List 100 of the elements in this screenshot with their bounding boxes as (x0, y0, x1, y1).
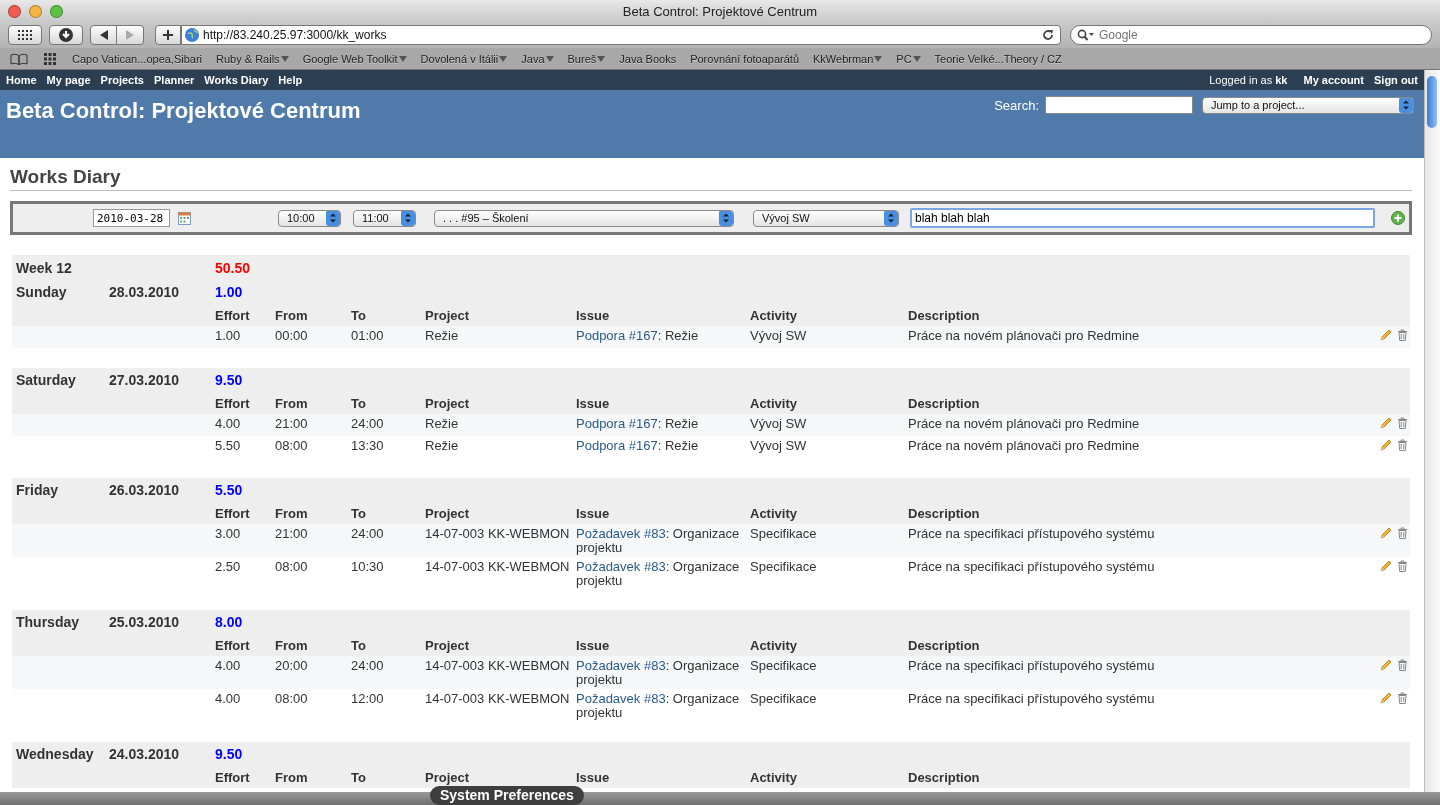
column-header: Activity (750, 769, 798, 785)
trash-icon[interactable] (1397, 659, 1408, 671)
calendar-icon[interactable] (178, 211, 191, 225)
search-field[interactable]: Google (1070, 25, 1432, 45)
pencil-icon[interactable] (1380, 527, 1392, 539)
activity-select[interactable]: Vývoj SW (753, 209, 899, 227)
menu-link[interactable]: My page (46, 74, 91, 86)
day-date: 26.03.2010 (109, 482, 181, 498)
account-link[interactable]: My account (1303, 74, 1364, 86)
pencil-icon[interactable] (1380, 439, 1392, 451)
day-total: 8.00 (215, 614, 244, 630)
menu-link[interactable]: Works Diary (204, 74, 269, 86)
search-field[interactable] (1045, 96, 1193, 114)
description-field[interactable]: blah blah blah (910, 208, 1375, 228)
bookmark-folder[interactable]: Google Web Toolkit (302, 52, 407, 65)
bookmark-folder[interactable]: Bureš (567, 52, 606, 65)
column-header: From (275, 307, 309, 323)
add-bookmark-button[interactable] (155, 25, 181, 45)
book-icon[interactable] (10, 52, 28, 65)
right-arrow-icon[interactable] (126, 30, 134, 40)
top-sites-button[interactable] (8, 25, 42, 45)
issue-link[interactable]: Požadavek #83 (576, 559, 666, 574)
select-arrows-icon[interactable] (401, 210, 415, 226)
bookmark-folder[interactable]: KkWebrman (813, 52, 883, 65)
day-date: 24.03.2010 (109, 746, 181, 762)
bookmark-folder[interactable]: Ruby & Rails (216, 52, 289, 65)
issue-link[interactable]: Požadavek #83 (576, 526, 666, 541)
trash-icon[interactable] (1397, 692, 1408, 704)
trash-icon[interactable] (1397, 417, 1408, 429)
zoom-button[interactable] (50, 4, 63, 18)
close-button[interactable] (8, 4, 21, 18)
column-header: Effort (215, 395, 251, 411)
bookmark[interactable]: Teorie Velké...Theory / CZ (934, 52, 1062, 65)
scroll-thumb[interactable] (1427, 76, 1437, 128)
table-cell-text: Vývoj SW (750, 329, 808, 343)
pencil-icon[interactable] (1380, 329, 1392, 341)
project-select[interactable]: Jump to a project... (1202, 96, 1414, 114)
left-arrow-icon[interactable] (99, 30, 108, 40)
issue-link[interactable]: Požadavek #83 (576, 658, 666, 673)
table-cell-text: 14-07-003 KK-WEBMON (425, 692, 571, 706)
issue-link[interactable]: Podpora #167 (576, 416, 658, 431)
column-header: Effort (215, 505, 251, 521)
issue-select[interactable]: . . . #95 – Školení (434, 209, 734, 227)
column-header: Description (908, 637, 981, 653)
pencil-icon[interactable] (1380, 560, 1392, 572)
reload-icon[interactable] (1042, 29, 1054, 41)
scrollbar[interactable] (1424, 70, 1440, 792)
search-icon[interactable] (1077, 29, 1095, 41)
grid-icon[interactable] (18, 30, 32, 40)
plus-icon[interactable] (163, 30, 173, 40)
select-arrows-icon[interactable] (719, 210, 733, 226)
table-cell-text: 3.00 (215, 527, 242, 541)
day-date: 27.03.2010 (109, 372, 181, 388)
issue-link[interactable]: Požadavek #83 (576, 691, 666, 706)
select-arrows-icon[interactable] (884, 210, 898, 226)
account-link[interactable]: Sign out (1374, 74, 1418, 86)
select-arrows-icon[interactable] (1399, 97, 1413, 113)
bookmark[interactable]: Capo Vatican...opea,Sibari (72, 52, 203, 65)
column-header: Project (425, 395, 471, 411)
date-field[interactable]: 2010-03-28 (93, 209, 170, 227)
address-field[interactable]: http://83.240.25.97:3000/kk_works (181, 25, 1061, 45)
bookmark[interactable]: Java Books (619, 52, 677, 65)
bookmark[interactable]: Porovnání fotoaparátů (690, 52, 799, 65)
table-cell-text: 12:00 (351, 692, 385, 706)
table-cell-text: Práce na specifikaci přístupového systému (908, 527, 1156, 541)
pencil-icon[interactable] (1380, 692, 1392, 704)
caret-icon (597, 55, 606, 62)
minimize-button[interactable] (29, 4, 42, 18)
column-header: Description (908, 395, 981, 411)
trash-icon[interactable] (1397, 329, 1408, 341)
pencil-icon[interactable] (1380, 659, 1392, 671)
grid-icon[interactable] (44, 52, 56, 65)
column-header: To (351, 395, 367, 411)
downloads-button[interactable] (49, 25, 83, 45)
menu-link[interactable]: Planner (154, 74, 195, 86)
bookmark-folder[interactable]: Dovolená v Itálii (420, 52, 508, 65)
app-title: Beta Control: Projektové Centrum (6, 98, 361, 124)
time-select[interactable]: 11:00 (353, 209, 416, 227)
day-name: Saturday (16, 372, 77, 388)
column-header: Activity (750, 637, 798, 653)
caret-icon (912, 55, 921, 62)
add-icon[interactable] (1391, 211, 1405, 225)
bookmark-folder[interactable]: PC (896, 52, 921, 65)
download-icon[interactable] (59, 28, 73, 42)
select-arrows-icon[interactable] (326, 210, 340, 226)
menu-link[interactable]: Help (278, 74, 303, 86)
table-cell-text: 2.50 (215, 560, 242, 574)
back-button[interactable] (90, 25, 117, 45)
pencil-icon[interactable] (1380, 417, 1392, 429)
globe-icon[interactable] (185, 28, 199, 42)
issue-link[interactable]: Podpora #167 (576, 438, 658, 453)
trash-icon[interactable] (1397, 560, 1408, 572)
forward-button[interactable] (117, 25, 144, 45)
menu-link[interactable]: Projects (100, 74, 144, 86)
issue-link[interactable]: Podpora #167 (576, 328, 658, 343)
trash-icon[interactable] (1397, 439, 1408, 451)
time-select[interactable]: 10:00 (278, 209, 341, 227)
bookmark-folder[interactable]: Java (521, 52, 554, 65)
menu-link[interactable]: Home (6, 74, 37, 86)
trash-icon[interactable] (1397, 527, 1408, 539)
